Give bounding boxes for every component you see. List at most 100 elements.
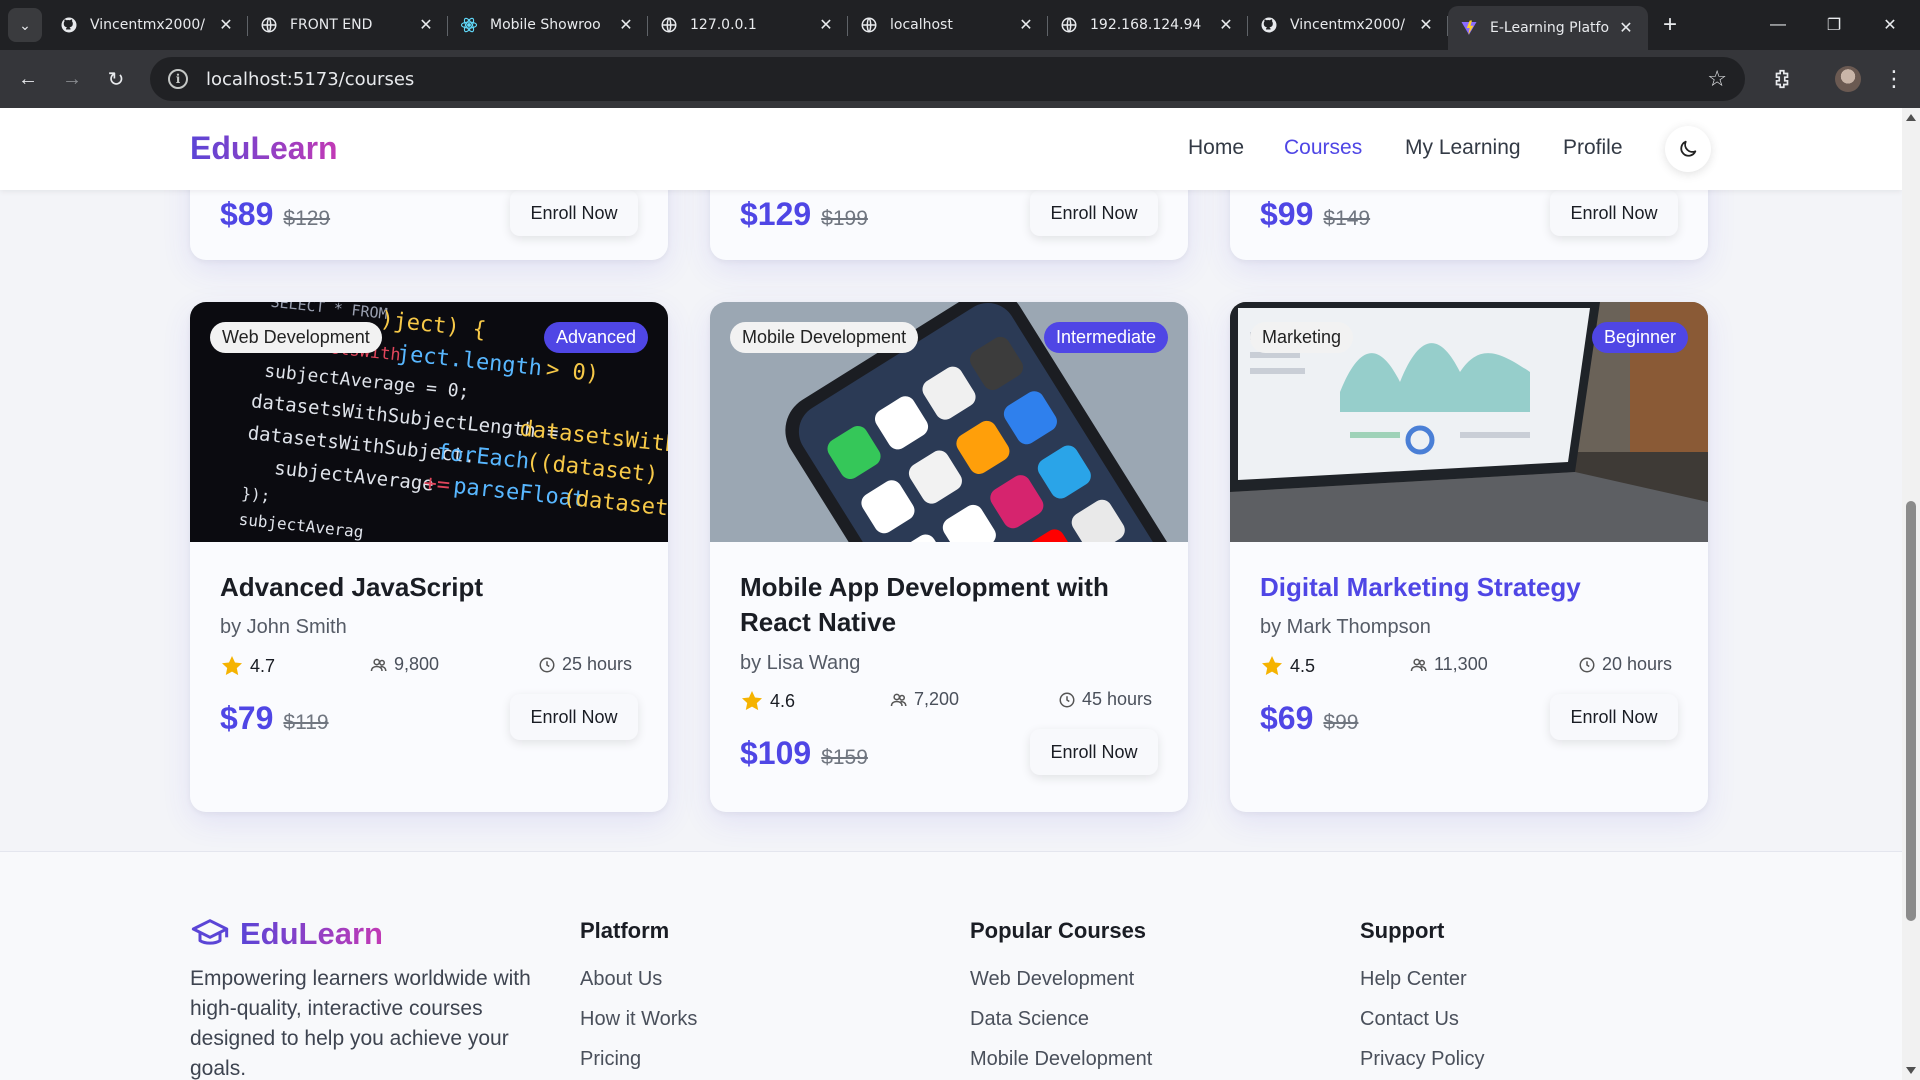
footer-link-privacy-policy[interactable]: Privacy Policy [1360,1048,1484,1080]
rating: 4.7 [220,654,275,678]
url-text[interactable]: localhost:5173/courses [206,69,414,90]
back-button[interactable]: ← [6,59,50,99]
restore-button[interactable]: ❐ [1806,0,1862,50]
category-badge: Marketing [1250,322,1354,353]
original-price: $149 [1323,207,1371,230]
rating: 4.5 [1260,654,1315,678]
duration-value: 20 hours [1602,654,1673,674]
level-badge: Intermediate [1043,322,1168,353]
svg-text:+=: += [422,471,451,499]
tab-close-icon[interactable]: ✕ [1016,15,1036,35]
browser-tab[interactable]: 192.168.124.94 ✕ [1048,6,1248,44]
rating-value: 4.6 [770,690,796,711]
page-scrollbar[interactable] [1902,108,1920,1080]
browser-tab[interactable]: Vincentmx2000/ ✕ [1248,6,1448,44]
github-icon [60,16,78,34]
new-tab-button[interactable]: + [1652,7,1688,43]
moon-icon [1680,140,1697,157]
tab-close-icon[interactable]: ✕ [416,15,436,35]
footer-link-data-science[interactable]: Data Science [970,1008,1152,1048]
enroll-now-button[interactable]: Enroll Now [510,694,638,740]
price-block: $129 $199 [740,196,868,233]
browser-tab[interactable]: FRONT END ✕ [248,6,448,44]
students-count: 7,200 [914,689,960,709]
enroll-now-button[interactable]: Enroll Now [1030,729,1158,775]
footer-brand[interactable]: EduLearn [190,914,383,954]
footer-link-about-us[interactable]: About Us [580,968,697,1008]
star-icon [222,656,242,676]
level-badge: Advanced [543,322,648,353]
enroll-now-button[interactable]: Enroll Now [1030,190,1158,236]
globe-icon [1060,16,1078,34]
tab-close-icon[interactable]: ✕ [1616,18,1636,38]
footer-link-help-center[interactable]: Help Center [1360,968,1484,1008]
clock-icon [1579,657,1595,672]
browser-tab[interactable]: Mobile Showroo ✕ [448,6,648,44]
address-bar[interactable]: i localhost:5173/courses ☆ [150,57,1745,101]
site-footer: EduLearn Empowering learners worldwide w… [0,852,1902,1080]
tab-title: Vincentmx2000/ [1290,17,1405,33]
course-stats: 4.5 11,300 20 hours [1260,654,1678,678]
footer-link-mobile-development[interactable]: Mobile Development [970,1048,1152,1080]
nav-link-my-learning[interactable]: My Learning [1405,136,1521,160]
course-card-digital-marketing-strategy[interactable]: Marketing Beginner Digital Marketing Str… [1230,302,1708,812]
extensions-icon[interactable] [1760,50,1804,108]
price-block: $109 $159 [740,735,868,772]
browser-tab[interactable]: Vincentmx2000/ ✕ [48,6,248,44]
enroll-now-button[interactable]: Enroll Now [1550,694,1678,740]
forward-button[interactable]: → [50,59,94,99]
svg-text:});: }); [241,484,272,506]
course-title[interactable]: Advanced JavaScript [220,570,640,605]
profile-avatar[interactable] [1826,50,1870,108]
duration-value: 25 hours [562,654,633,674]
bookmark-star-icon[interactable]: ☆ [1707,66,1727,92]
tab-close-icon[interactable]: ✕ [1416,15,1436,35]
course-title[interactable]: Digital Marketing Strategy [1260,570,1680,605]
tab-search-button[interactable]: ⌄ [8,8,42,42]
nav-link-profile[interactable]: Profile [1563,136,1623,160]
category-badge: Mobile Development [730,322,919,353]
tab-close-icon[interactable]: ✕ [216,15,236,35]
minimize-button[interactable]: — [1750,0,1806,50]
brand-logo[interactable]: EduLearn [190,130,338,167]
theme-toggle-button[interactable] [1665,126,1711,172]
course-card-advanced-javascript[interactable]: "SELECT * FROM )ject) { if (datasetsWith… [190,302,668,812]
footer-heading: Popular Courses [970,918,1147,943]
tab-close-icon[interactable]: ✕ [1216,15,1236,35]
footer-link-contact-us[interactable]: Contact Us [1360,1008,1484,1048]
course-card-mobile-app-development[interactable]: Mobile Development Intermediate Mobile A… [710,302,1188,812]
close-window-button[interactable]: ✕ [1862,0,1918,50]
footer-link-pricing[interactable]: Pricing [580,1048,697,1080]
tab-title: Mobile Showroo [490,17,601,33]
nav-link-courses[interactable]: Courses [1284,136,1362,160]
scroll-thumb[interactable] [1906,501,1916,921]
nav-link-home[interactable]: Home [1188,136,1244,160]
site-navbar: EduLearn Home Courses My Learning Profil… [0,108,1902,190]
browser-tab[interactable]: 127.0.0.1 ✕ [648,6,848,44]
tab-title: 127.0.0.1 [690,17,757,33]
price-block: $99 $149 [1260,196,1370,233]
course-author: by Mark Thompson [1260,616,1431,638]
scroll-up-arrow[interactable] [1906,114,1916,121]
enroll-now-button[interactable]: Enroll Now [1550,190,1678,236]
rating: 4.6 [740,689,795,713]
browser-tab[interactable]: localhost ✕ [848,6,1048,44]
clock-icon [1059,692,1075,707]
star-icon [1262,656,1282,676]
original-price: $119 [283,711,329,734]
tab-close-icon[interactable]: ✕ [616,15,636,35]
course-title[interactable]: Mobile App Development with React Native [740,570,1160,640]
site-info-icon[interactable]: i [168,69,188,89]
reload-button[interactable]: ↻ [94,59,138,99]
scroll-down-arrow[interactable] [1906,1067,1916,1074]
browser-menu-icon[interactable]: ⋮ [1872,50,1916,108]
footer-link-web-development[interactable]: Web Development [970,968,1152,1008]
browser-tab[interactable]: E-Learning Platfo ✕ [1448,6,1648,50]
original-price: $159 [821,746,868,769]
vite-icon [1460,19,1478,37]
tab-close-icon[interactable]: ✕ [816,15,836,35]
footer-link-how-it-works[interactable]: How it Works [580,1008,697,1048]
enroll-now-button[interactable]: Enroll Now [510,190,638,236]
tab-title: FRONT END [290,17,373,33]
duration: 45 hours [1058,689,1152,710]
